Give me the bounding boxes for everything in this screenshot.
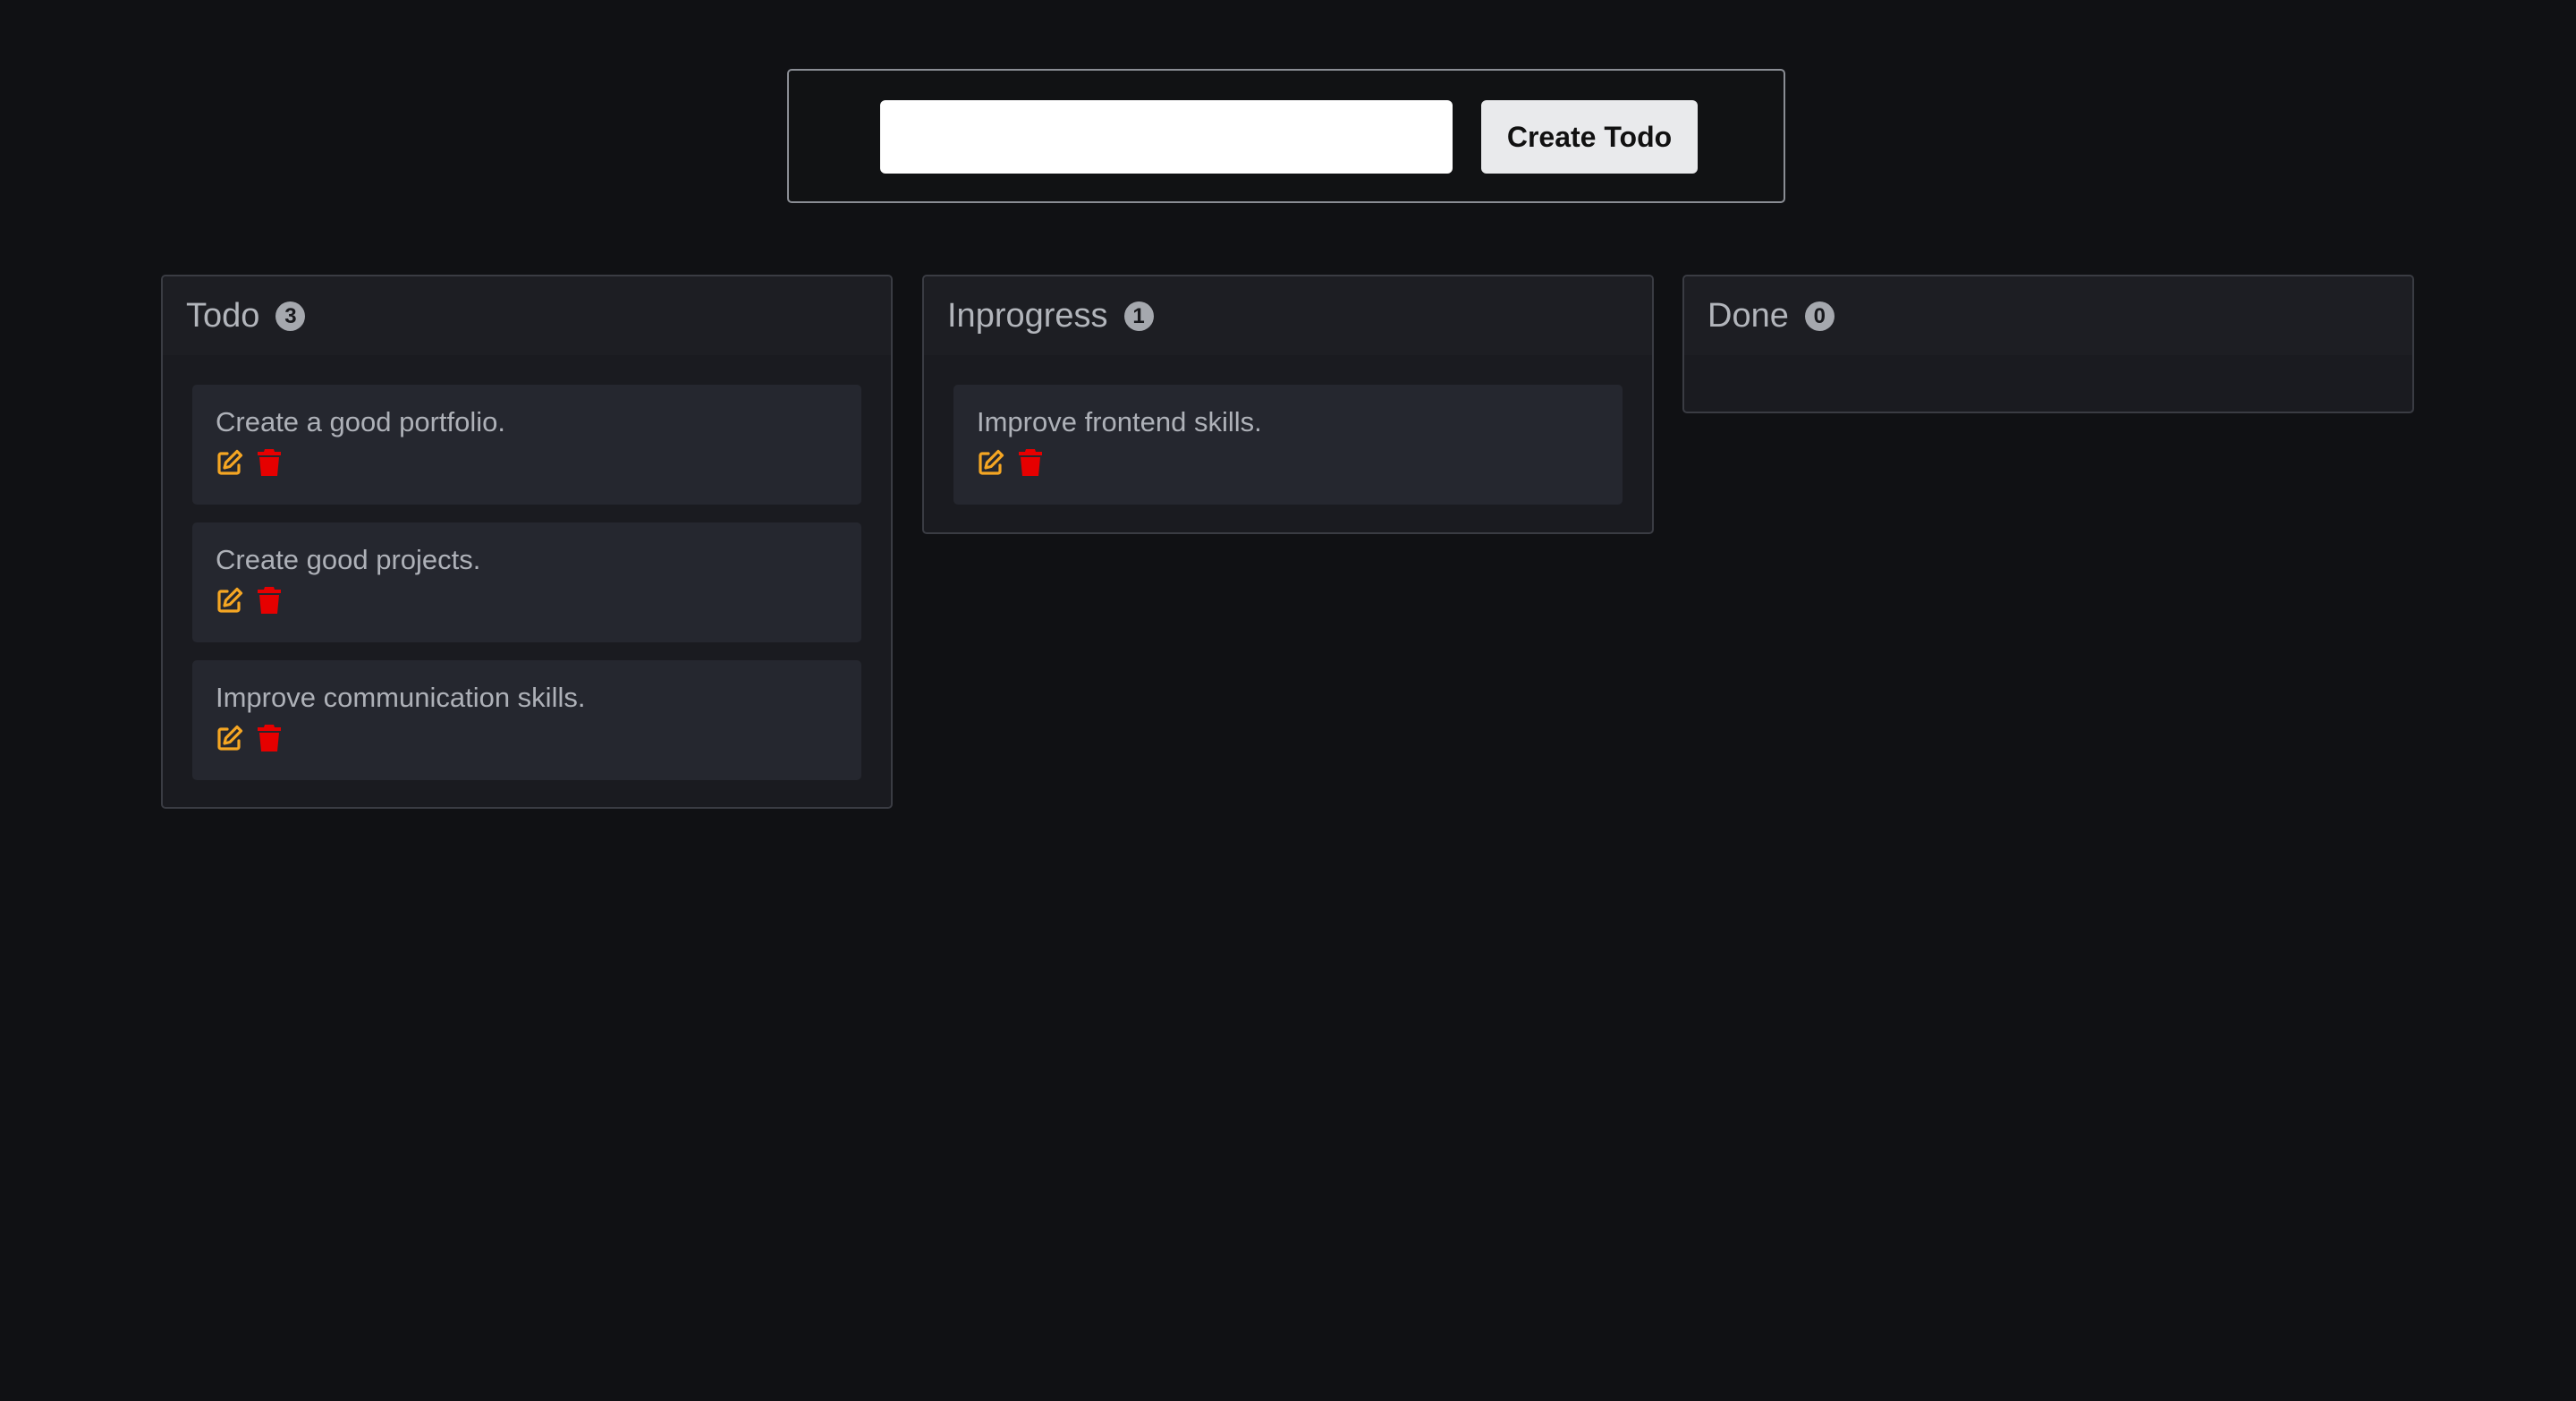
card-actions [216, 585, 838, 616]
column-title: Done [1707, 296, 1789, 335]
card-actions [216, 723, 838, 753]
edit-icon[interactable] [216, 723, 244, 753]
todo-card[interactable]: Improve communication skills. [192, 660, 861, 780]
column-title: Inprogress [947, 296, 1108, 335]
card-actions [977, 447, 1599, 478]
todo-input[interactable] [880, 100, 1453, 174]
card-text: Improve communication skills. [216, 682, 586, 713]
card-text: Create good projects. [216, 544, 481, 575]
trash-icon[interactable] [1016, 447, 1045, 478]
todo-card[interactable]: Improve frontend skills. [953, 385, 1623, 505]
column-todo: Todo 3 Create a good portfolio. Create g… [161, 275, 893, 809]
todo-card[interactable]: Create good projects. [192, 522, 861, 642]
card-list [1684, 356, 2412, 385]
trash-icon[interactable] [255, 723, 284, 753]
card-text: Improve frontend skills. [977, 406, 1262, 437]
edit-icon[interactable] [216, 447, 244, 478]
card-text: Create a good portfolio. [216, 406, 505, 437]
card-list: Create a good portfolio. Create good pro… [163, 356, 891, 780]
count-badge: 1 [1123, 301, 1154, 331]
create-todo-button[interactable]: Create Todo [1481, 100, 1698, 174]
column-title: Todo [186, 296, 260, 335]
column-done: Done 0 [1682, 275, 2414, 413]
trash-icon[interactable] [255, 585, 284, 616]
card-actions [216, 447, 838, 478]
count-badge: 3 [275, 301, 306, 331]
count-badge: 0 [1804, 301, 1835, 331]
column-header: Done 0 [1684, 276, 2412, 356]
column-header: Inprogress 1 [924, 276, 1652, 356]
column-inprogress: Inprogress 1 Improve frontend skills. [922, 275, 1654, 534]
edit-icon[interactable] [216, 585, 244, 616]
todo-card[interactable]: Create a good portfolio. [192, 385, 861, 505]
column-header: Todo 3 [163, 276, 891, 356]
edit-icon[interactable] [977, 447, 1005, 478]
create-todo-form: Create Todo [787, 69, 1785, 203]
trash-icon[interactable] [255, 447, 284, 478]
card-list: Improve frontend skills. [924, 356, 1652, 505]
